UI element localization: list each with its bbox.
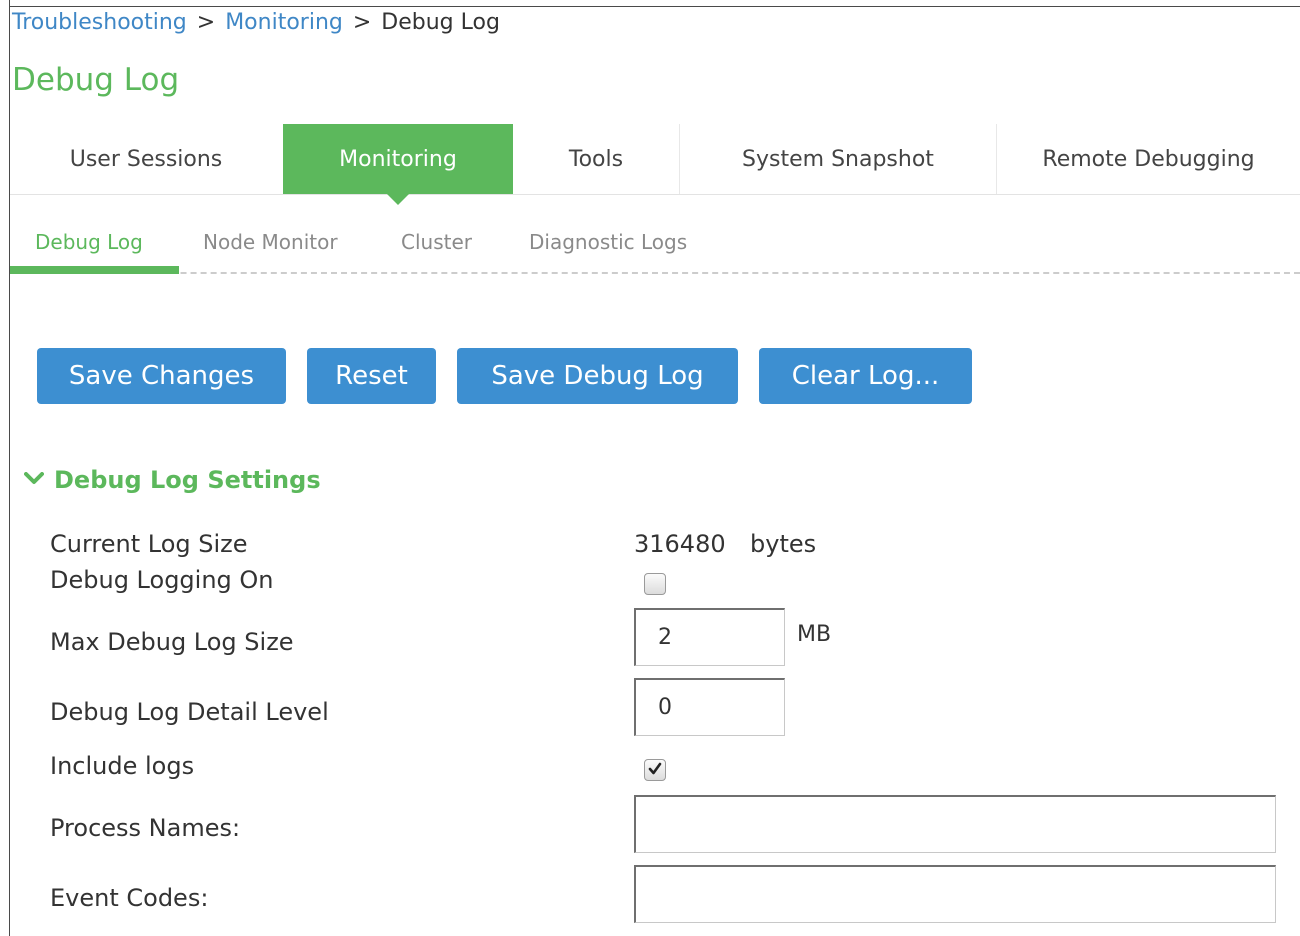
breadcrumb: Troubleshooting > Monitoring > Debug Log [12, 8, 500, 38]
breadcrumb-current: Debug Log [381, 10, 500, 35]
chevron-down-icon [24, 472, 44, 484]
debug-logging-on-checkbox[interactable] [644, 573, 666, 595]
max-debug-log-size-unit: MB [797, 622, 832, 647]
event-codes-input[interactable] [634, 865, 1276, 923]
tab-monitoring[interactable]: Monitoring [283, 124, 513, 205]
breadcrumb-separator: > [196, 10, 216, 35]
page-title: Debug Log [12, 62, 180, 98]
max-debug-log-size-input[interactable] [634, 608, 785, 666]
breadcrumb-link-monitoring[interactable]: Monitoring [225, 10, 343, 35]
tab-user-sessions[interactable]: User Sessions [10, 124, 282, 194]
tab-tools[interactable]: Tools [513, 124, 679, 194]
sub-tabs: Debug Log Node Monitor Cluster Diagnosti… [10, 220, 1300, 274]
debug-log-detail-level-label: Debug Log Detail Level [50, 698, 329, 726]
section-title: Debug Log Settings [54, 466, 321, 494]
breadcrumb-link-troubleshooting[interactable]: Troubleshooting [12, 10, 187, 35]
save-debug-log-button[interactable]: Save Debug Log [457, 348, 738, 404]
include-logs-label: Include logs [50, 752, 195, 780]
event-codes-label: Event Codes: [50, 884, 209, 912]
frame-border-top [9, 6, 1300, 7]
main-tabs: User Sessions Monitoring Tools System Sn… [10, 124, 1300, 205]
subtab-debug-log[interactable]: Debug Log [35, 230, 143, 254]
clear-log-button[interactable]: Clear Log... [759, 348, 972, 404]
reset-button[interactable]: Reset [307, 348, 436, 404]
checkmark-icon [648, 762, 662, 775]
breadcrumb-separator: > [352, 10, 372, 35]
subtab-cluster[interactable]: Cluster [401, 230, 472, 254]
include-logs-checkbox[interactable] [644, 759, 666, 781]
tab-system-snapshot[interactable]: System Snapshot [680, 124, 996, 194]
current-log-size-label: Current Log Size [50, 530, 248, 558]
current-log-size-value: 316480 [634, 530, 726, 558]
process-names-input[interactable] [634, 795, 1276, 853]
subtab-diagnostic-logs[interactable]: Diagnostic Logs [529, 230, 687, 254]
subtab-node-monitor[interactable]: Node Monitor [203, 230, 338, 254]
debug-log-settings-header[interactable]: Debug Log Settings [24, 466, 321, 494]
save-changes-button[interactable]: Save Changes [37, 348, 286, 404]
tab-remote-debugging[interactable]: Remote Debugging [997, 124, 1300, 194]
debug-logging-on-label: Debug Logging On [50, 566, 274, 594]
max-debug-log-size-label: Max Debug Log Size [50, 628, 294, 656]
process-names-label: Process Names: [50, 814, 241, 842]
current-log-size-unit: bytes [750, 530, 817, 558]
active-subtab-indicator [10, 266, 179, 274]
debug-log-detail-level-input[interactable] [634, 678, 785, 736]
